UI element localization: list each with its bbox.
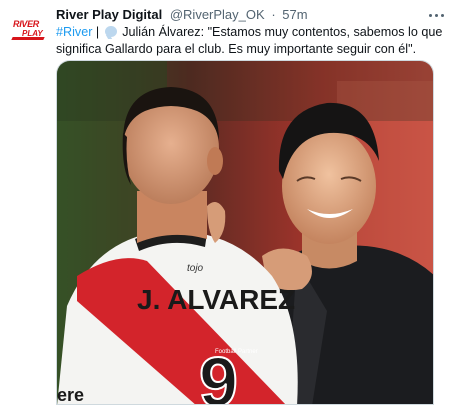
tweet-card[interactable]: RIVER PLAY River Play Digital @RiverPlay… <box>0 0 459 405</box>
hashtag-link[interactable]: #River <box>56 25 92 39</box>
avatar-logo-text: RIVER <box>13 19 40 29</box>
speech-balloon-icon <box>104 26 117 37</box>
user-handle[interactable]: @RiverPlay_OK <box>170 7 265 22</box>
photo-illustration: J. ALVAREZ tojo Football Partner 9 ere <box>57 61 433 405</box>
jersey-number-text: 9 <box>199 343 238 405</box>
more-horizontal-icon[interactable] <box>427 6 447 24</box>
separator-dot: · <box>271 7 276 22</box>
display-name[interactable]: River Play Digital <box>56 7 162 22</box>
tweet-text: #River | Julián Álvarez: "Estamos muy co… <box>56 24 446 58</box>
tweet-photo[interactable]: J. ALVAREZ tojo Football Partner 9 ere <box>56 60 434 405</box>
timestamp[interactable]: 57m <box>282 7 307 22</box>
jersey-name-text: J. ALVAREZ <box>137 284 295 315</box>
jersey-brand-text: tojo <box>187 263 204 274</box>
text-divider: | <box>95 25 100 39</box>
tweet-header: River Play Digital @RiverPlay_OK · 57m <box>56 6 429 24</box>
avatar-logo-stripe <box>11 37 45 40</box>
avatar[interactable]: RIVER PLAY <box>8 10 48 50</box>
sleeve-text: ere <box>57 385 84 405</box>
